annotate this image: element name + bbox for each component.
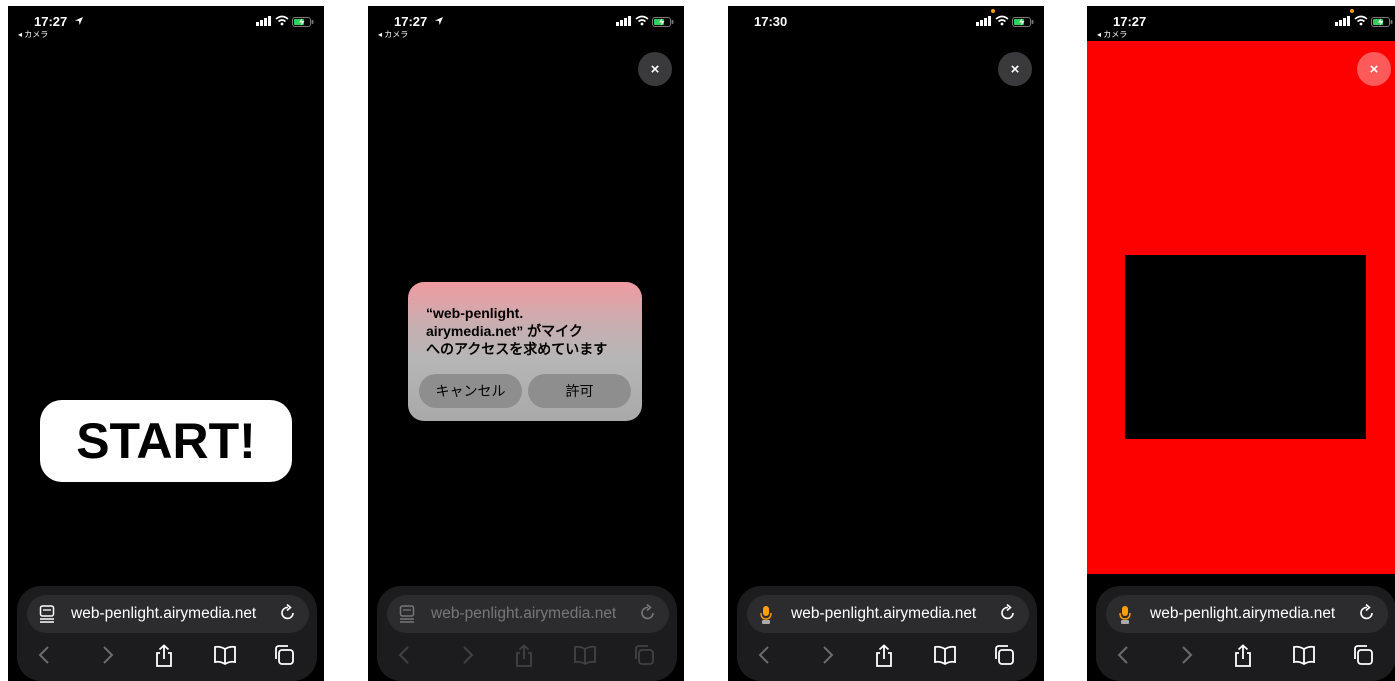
tabs-icon[interactable] [993, 644, 1015, 666]
status-time: 17:27 [1113, 14, 1147, 29]
penlight-red-area [1087, 41, 1395, 574]
mic-icon[interactable] [1118, 605, 1132, 625]
cancel-button[interactable]: キャンセル [419, 374, 522, 408]
browser-toolbar: web-penlight.airymedia.net [377, 586, 677, 681]
forward-icon[interactable] [457, 644, 477, 666]
wifi-icon [275, 15, 289, 26]
black-square [1125, 255, 1366, 439]
tabs-icon[interactable] [633, 644, 655, 666]
nav-row [17, 638, 317, 676]
mic-permission-dialog: “web-penlight. airymedia.net” がマイク へのアクセ… [408, 282, 642, 421]
reload-icon[interactable] [1358, 604, 1376, 622]
phone-screen-start: 17:27 ◂ カメラ START! web-penlight.airymedi… [8, 6, 324, 681]
status-bar: 17:27 ◂ カメラ [1087, 6, 1395, 44]
location-arrow-icon [75, 17, 83, 25]
browser-toolbar: web-penlight.airymedia.net [17, 586, 317, 681]
share-icon[interactable] [1232, 644, 1254, 668]
back-to-app-link[interactable]: ◂ カメラ [18, 29, 48, 40]
bookmarks-icon[interactable] [213, 644, 237, 666]
forward-icon[interactable] [97, 644, 117, 666]
page-icon[interactable] [39, 605, 55, 623]
status-bar: 17:30 [728, 6, 1044, 44]
close-button[interactable]: × [638, 52, 672, 86]
status-bar: 17:27 ◂ カメラ [8, 6, 324, 44]
reload-icon[interactable] [279, 604, 297, 622]
signal-icon [976, 16, 991, 26]
battery-icon [1012, 17, 1034, 27]
wifi-icon [995, 15, 1009, 26]
url-text[interactable]: web-penlight.airymedia.net [431, 605, 616, 623]
close-button[interactable]: × [1357, 52, 1391, 86]
page-icon[interactable] [399, 605, 415, 623]
address-bar[interactable]: web-penlight.airymedia.net [387, 595, 669, 633]
share-icon[interactable] [153, 644, 175, 668]
wifi-icon [1354, 15, 1368, 26]
back-to-app-link[interactable]: ◂ カメラ [378, 29, 408, 40]
browser-toolbar: web-penlight.airymedia.net [737, 586, 1037, 681]
nav-row [377, 638, 677, 676]
address-bar[interactable]: web-penlight.airymedia.net [1106, 595, 1388, 633]
back-to-app-link[interactable]: ◂ カメラ [1097, 29, 1127, 40]
status-time: 17:27 [34, 14, 68, 29]
browser-toolbar: web-penlight.airymedia.net [1096, 586, 1395, 681]
battery-icon [652, 17, 674, 27]
back-icon[interactable] [755, 644, 775, 666]
back-icon[interactable] [1114, 644, 1134, 666]
allow-button[interactable]: 許可 [528, 374, 631, 408]
address-bar[interactable]: web-penlight.airymedia.net [27, 595, 309, 633]
status-bar: 17:27 ◂ カメラ [368, 6, 684, 44]
bookmarks-icon[interactable] [933, 644, 957, 666]
bookmarks-icon[interactable] [573, 644, 597, 666]
mic-indicator-dot [1350, 9, 1354, 13]
url-text[interactable]: web-penlight.airymedia.net [1150, 605, 1335, 623]
close-button[interactable]: × [998, 52, 1032, 86]
url-text[interactable]: web-penlight.airymedia.net [71, 605, 256, 623]
url-text[interactable]: web-penlight.airymedia.net [791, 605, 976, 623]
dialog-message: “web-penlight. airymedia.net” がマイク へのアクセ… [426, 305, 608, 357]
share-icon[interactable] [513, 644, 535, 668]
nav-row [737, 638, 1037, 676]
battery-icon [292, 17, 314, 27]
location-arrow-icon [435, 17, 443, 25]
share-icon[interactable] [873, 644, 895, 668]
signal-icon [1335, 16, 1350, 26]
tabs-icon[interactable] [1352, 644, 1374, 666]
signal-icon [256, 16, 271, 26]
mic-icon[interactable] [759, 605, 773, 625]
address-bar[interactable]: web-penlight.airymedia.net [747, 595, 1029, 633]
back-icon[interactable] [35, 644, 55, 666]
battery-icon [1371, 17, 1393, 27]
start-button[interactable]: START! [40, 400, 292, 482]
phone-screen-permission: 17:27 ◂ カメラ × “web-penlight. airymedia.n… [368, 6, 684, 681]
reload-icon[interactable] [999, 604, 1017, 622]
reload-icon[interactable] [639, 604, 657, 622]
mic-indicator-dot [991, 9, 995, 13]
forward-icon[interactable] [1176, 644, 1196, 666]
phone-screen-penlight: 17:27 ◂ カメラ × web-penlight.airymedia.net [1087, 6, 1395, 681]
nav-row [1096, 638, 1395, 676]
bookmarks-icon[interactable] [1292, 644, 1316, 666]
back-icon[interactable] [395, 644, 415, 666]
status-time: 17:27 [394, 14, 428, 29]
status-time: 17:30 [754, 14, 788, 29]
wifi-icon [635, 15, 649, 26]
phone-screen-listening: 17:30 × web-penlight.airymedia.net [728, 6, 1044, 681]
signal-icon [616, 16, 631, 26]
forward-icon[interactable] [817, 644, 837, 666]
tabs-icon[interactable] [273, 644, 295, 666]
